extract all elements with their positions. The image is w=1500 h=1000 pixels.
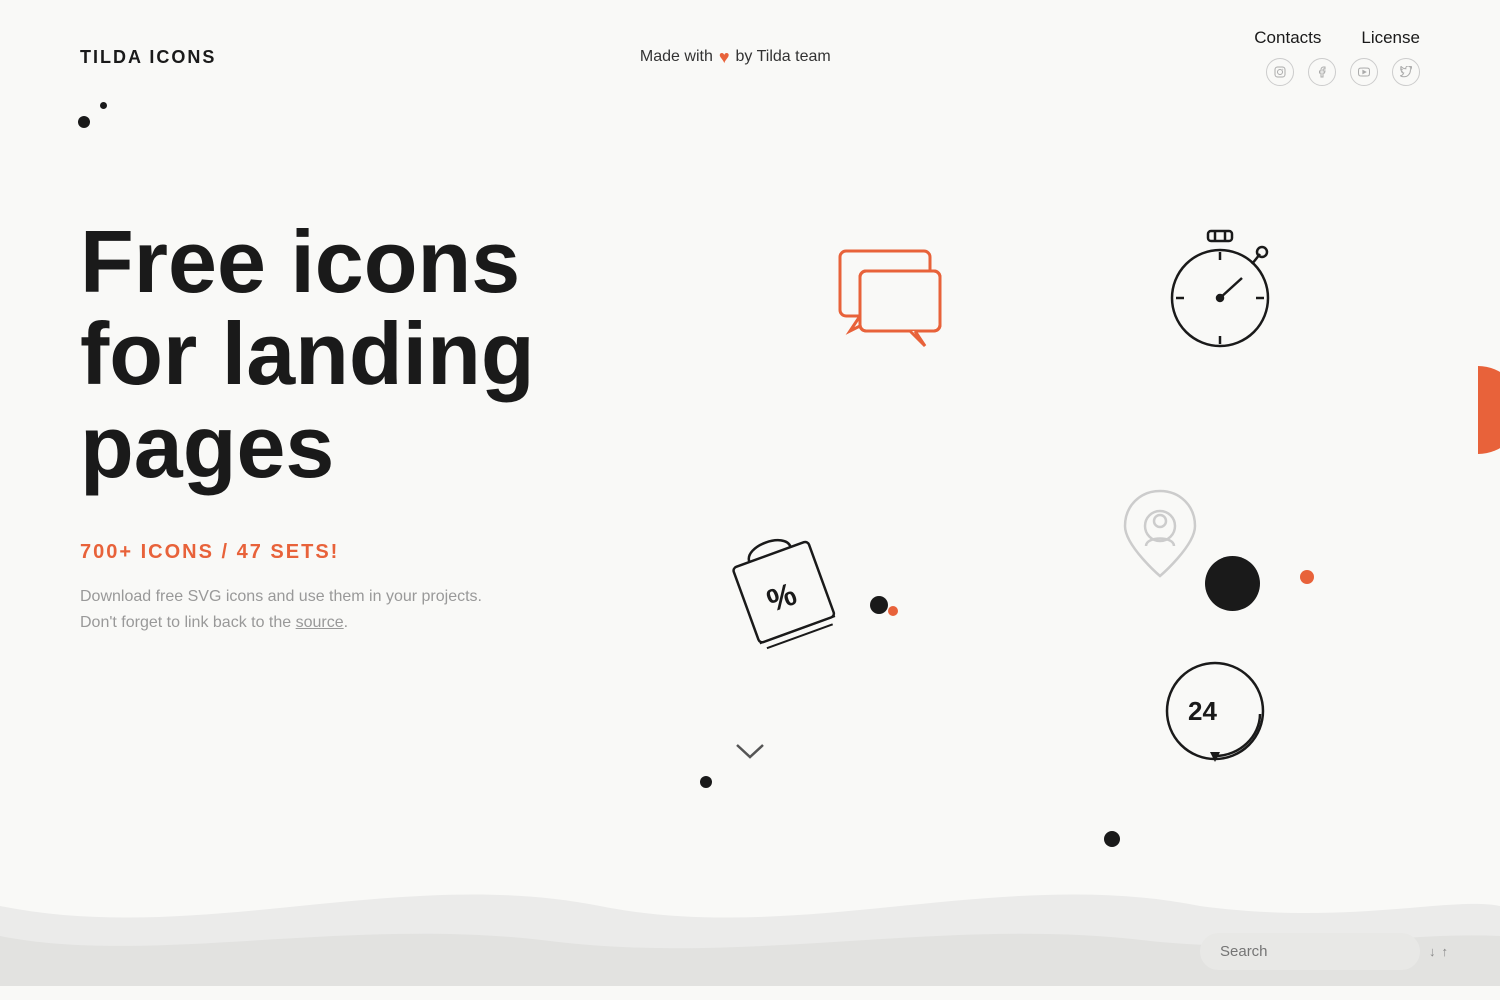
chat-bubbles-icon xyxy=(820,246,950,361)
location-pin-icon xyxy=(1110,481,1210,596)
arrow-up-btn[interactable]: ↑ xyxy=(1442,944,1449,959)
facebook-icon[interactable] xyxy=(1308,58,1336,86)
search-arrows: ↓ ↑ xyxy=(1429,944,1448,959)
orange-half-circle xyxy=(1478,366,1500,454)
dot-bottom-center xyxy=(700,776,712,788)
dot-mid-1 xyxy=(870,596,888,614)
source-link[interactable]: source xyxy=(296,614,344,631)
arrow-down-btn[interactable]: ↓ xyxy=(1429,944,1436,959)
search-input[interactable] xyxy=(1220,943,1419,960)
twitter-icon[interactable] xyxy=(1392,58,1420,86)
tagline: Made with ♥ by Tilda team xyxy=(640,47,831,68)
nav: Contacts License xyxy=(1254,28,1420,48)
nav-contacts[interactable]: Contacts xyxy=(1254,28,1321,48)
24h-icon: 24 xyxy=(1160,656,1270,771)
tagline-made: Made with xyxy=(640,48,713,66)
svg-text:%: % xyxy=(762,575,801,619)
shopping-bag-icon: % xyxy=(720,516,850,651)
dot-orange-mid xyxy=(888,606,898,616)
dot-tl-small xyxy=(100,102,107,109)
youtube-icon[interactable] xyxy=(1350,58,1378,86)
dot-tl-large xyxy=(78,116,90,128)
stopwatch-icon xyxy=(1160,226,1280,361)
hero-title: Free icons for landing pages xyxy=(80,216,760,493)
dot-orange-right xyxy=(1300,570,1314,584)
logo: TILDA ICONS xyxy=(80,47,216,68)
dot-large-black xyxy=(1205,556,1260,611)
stats-line: 700+ ICONS / 47 SETS! xyxy=(80,541,760,564)
description: Download free SVG icons and use them in … xyxy=(80,584,520,635)
hero-section: Free icons for landing pages 700+ ICONS … xyxy=(0,86,1500,986)
site-header: TILDA ICONS Made with ♥ by Tilda team Co… xyxy=(0,0,1500,86)
search-bar: ↓ ↑ xyxy=(1200,933,1420,970)
heart-icon: ♥ xyxy=(719,47,730,68)
header-right: Contacts License xyxy=(1254,28,1420,86)
social-icons xyxy=(1266,58,1420,86)
tagline-by: by Tilda team xyxy=(736,48,831,66)
hero-title-container: Free icons for landing pages 700+ ICONS … xyxy=(80,166,760,635)
nav-license[interactable]: License xyxy=(1361,28,1420,48)
svg-text:24: 24 xyxy=(1188,696,1217,726)
instagram-icon[interactable] xyxy=(1266,58,1294,86)
chevron-down[interactable] xyxy=(735,736,765,768)
